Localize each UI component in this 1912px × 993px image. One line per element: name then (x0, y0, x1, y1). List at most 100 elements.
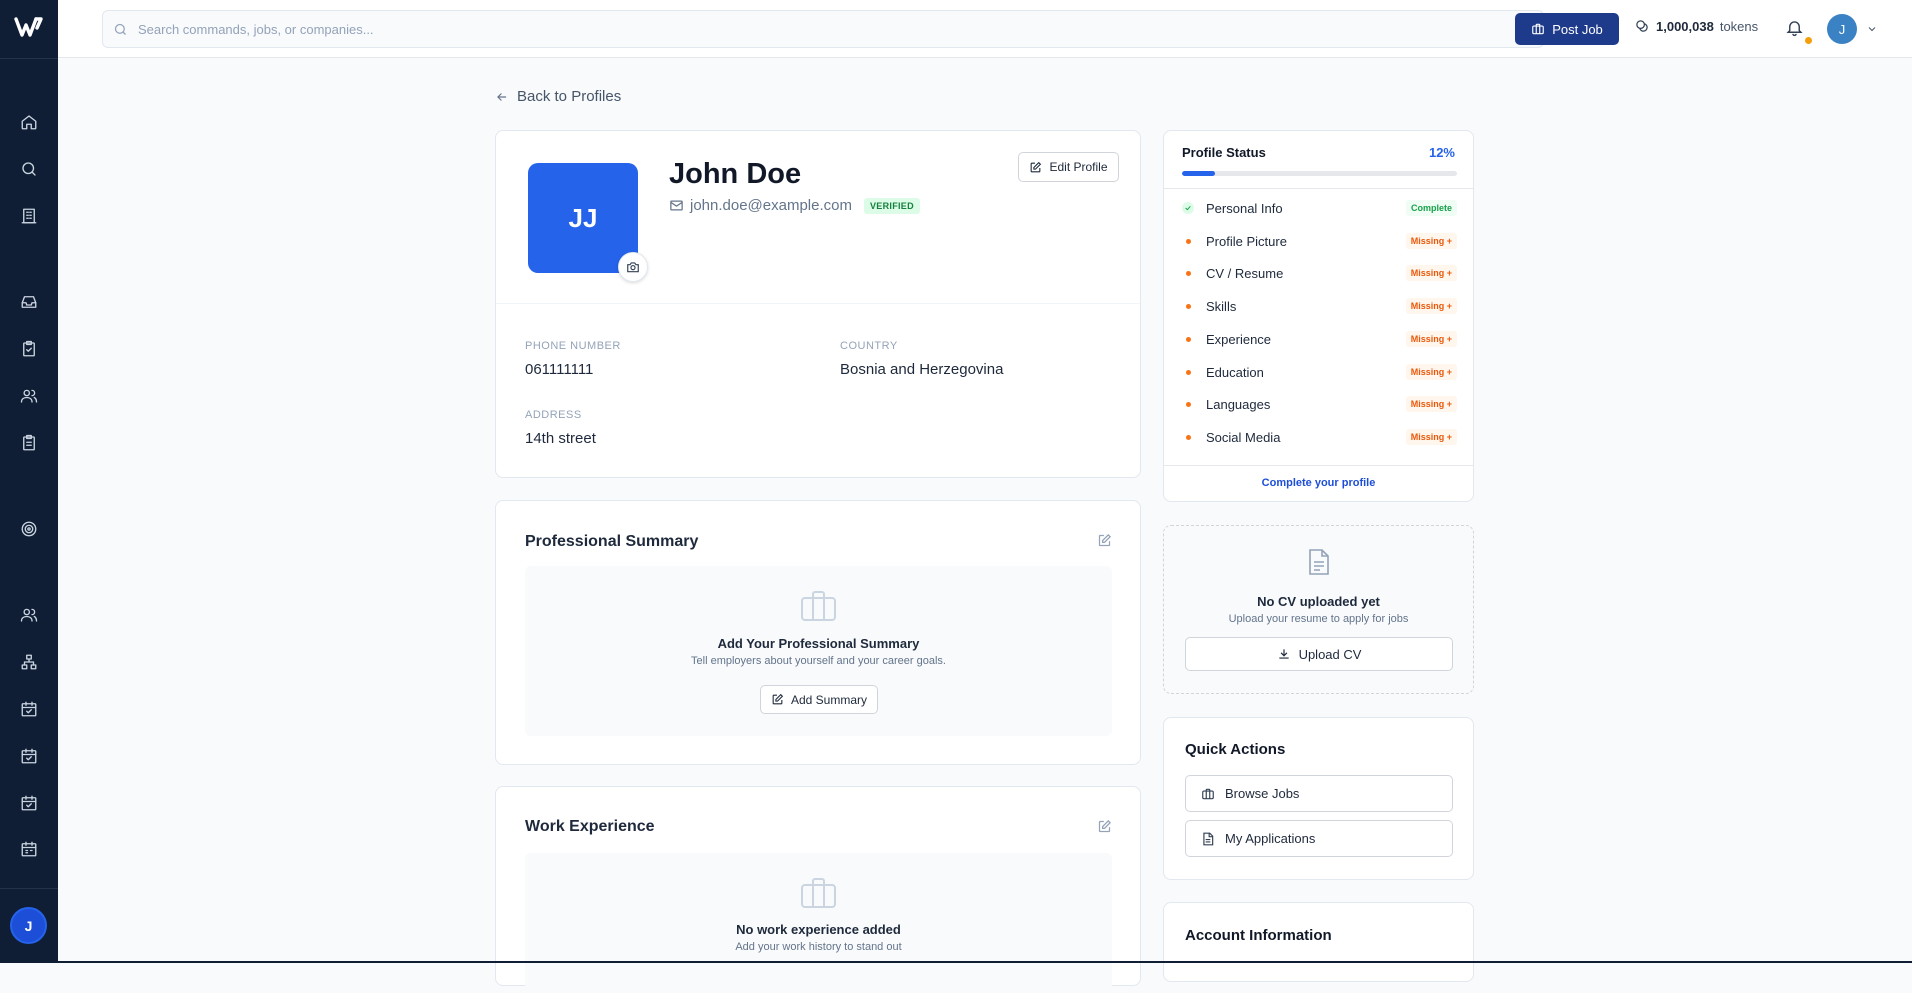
profile-email: john.doe@example.com (690, 197, 852, 214)
calendar-icon[interactable] (19, 839, 39, 859)
edit-icon (1031, 161, 1042, 172)
address-value: 14th street (525, 430, 596, 447)
coins-icon (1636, 20, 1648, 32)
my-applications-label: My Applications (1225, 831, 1316, 846)
status-item[interactable]: Personal Info Complete (1182, 197, 1457, 219)
status-item-label: Education (1206, 364, 1264, 380)
sidebar: J (0, 0, 58, 963)
missing-badge[interactable]: Missing + (1405, 265, 1457, 281)
status-item-label: Experience (1206, 331, 1272, 347)
user-menu-toggle[interactable] (1866, 22, 1878, 40)
change-photo-button[interactable] (618, 252, 648, 282)
status-dot-icon (1182, 235, 1194, 247)
edit-experience-button[interactable] (1097, 819, 1113, 835)
missing-badge[interactable]: Missing + (1405, 298, 1457, 314)
professional-summary-card: Professional Summary Add Your Profession… (495, 500, 1141, 765)
calendar-check-icon[interactable] (19, 793, 39, 813)
user-avatar[interactable]: J (1827, 14, 1857, 44)
profile-progress-bar (1182, 171, 1457, 176)
token-count: 1,000,038 (1656, 19, 1714, 34)
progress-fill (1182, 171, 1215, 176)
missing-badge[interactable]: Missing + (1405, 233, 1457, 249)
mail-icon (670, 200, 683, 211)
cv-subtitle: Upload your resume to apply for jobs (1228, 613, 1409, 625)
briefcase-icon (800, 877, 837, 909)
notification-dot (1805, 37, 1812, 44)
search-icon[interactable] (19, 159, 39, 179)
arrow-left-icon (497, 92, 507, 101)
post-job-button[interactable]: Post Job (1515, 13, 1619, 45)
phone-label: PHONE NUMBER (525, 340, 621, 352)
missing-badge[interactable]: Missing + (1405, 331, 1457, 347)
clipboard-list-icon[interactable] (19, 433, 39, 453)
complete-profile-link[interactable]: Complete your profile (1164, 477, 1473, 489)
briefcase-icon (1532, 23, 1545, 35)
users-icon[interactable] (19, 605, 39, 625)
status-item[interactable]: CV / Resume Missing + (1182, 262, 1457, 284)
upload-cv-button[interactable]: Upload CV (1185, 637, 1453, 671)
target-icon[interactable] (19, 519, 39, 539)
status-item[interactable]: Experience Missing + (1182, 328, 1457, 350)
briefcase-icon (1202, 788, 1214, 799)
add-summary-button[interactable]: Add Summary (760, 685, 878, 714)
experience-title: Work Experience (525, 818, 655, 835)
edit-icon (772, 693, 784, 705)
building-icon[interactable] (19, 206, 39, 226)
status-item-label: Profile Picture (1206, 233, 1287, 249)
status-dot-icon (1182, 333, 1194, 345)
experience-empty-subtitle: Add your work history to stand out (735, 941, 902, 953)
edit-icon (1098, 533, 1112, 547)
my-applications-button[interactable]: My Applications (1185, 820, 1453, 857)
summary-empty-title: Add Your Professional Summary (717, 636, 920, 651)
address-label: ADDRESS (525, 409, 582, 421)
status-dot-icon (1182, 398, 1194, 410)
top-bar: Search commands, jobs, or companies... P… (58, 0, 1912, 58)
divider (1164, 465, 1473, 466)
search-placeholder: Search commands, jobs, or companies... (138, 21, 374, 37)
status-item[interactable]: Skills Missing + (1182, 295, 1457, 317)
status-item[interactable]: Education Missing + (1182, 361, 1457, 383)
upload-cv-label: Upload CV (1298, 646, 1362, 662)
edit-summary-button[interactable] (1097, 533, 1113, 549)
quick-actions-card: Quick Actions Browse Jobs My Application… (1163, 717, 1474, 880)
inbox-icon[interactable] (19, 292, 39, 312)
clipboard-icon[interactable] (19, 339, 39, 359)
cv-upload-card: No CV uploaded yet Upload your resume to… (1163, 525, 1474, 694)
file-text-icon (1203, 832, 1214, 845)
edit-profile-label: Edit Profile (1049, 160, 1108, 174)
status-item-label: Social Media (1206, 429, 1281, 445)
search-input[interactable]: Search commands, jobs, or companies... (102, 10, 1544, 48)
account-information-card: Account Information (1163, 902, 1474, 982)
users-icon[interactable] (19, 386, 39, 406)
home-icon[interactable] (19, 112, 39, 132)
back-to-profiles-link[interactable]: Back to Profiles (495, 88, 621, 105)
calendar-check-icon[interactable] (19, 746, 39, 766)
calendar-check-icon[interactable] (19, 699, 39, 719)
quick-actions-title: Quick Actions (1185, 741, 1286, 758)
profile-status-card: Profile Status 12% Personal Info Complete… (1163, 130, 1474, 502)
status-item[interactable]: Languages Missing + (1182, 393, 1457, 415)
status-item[interactable]: Profile Picture Missing + (1182, 230, 1457, 252)
sidebar-avatar[interactable]: J (10, 907, 47, 944)
edit-profile-button[interactable]: Edit Profile (1018, 152, 1119, 182)
summary-empty-subtitle: Tell employers about yourself and your c… (691, 655, 946, 667)
status-dot-icon (1182, 300, 1194, 312)
status-item[interactable]: Social Media Missing + (1182, 426, 1457, 448)
org-chart-icon[interactable] (19, 652, 39, 672)
notifications-button[interactable] (1785, 18, 1807, 40)
status-item-label: Skills (1206, 298, 1237, 314)
experience-empty-state: No work experience added Add your work h… (525, 853, 1112, 993)
browse-jobs-button[interactable]: Browse Jobs (1185, 775, 1453, 812)
profile-card: JJ John Doe john.doe@example.com VERIFIE… (495, 130, 1141, 478)
download-icon (1278, 649, 1289, 659)
token-balance[interactable]: 1,000,038 tokens (1635, 19, 1758, 34)
browse-jobs-label: Browse Jobs (1225, 786, 1300, 801)
country-value: Bosnia and Herzegovina (840, 361, 1004, 378)
status-dot-icon (1182, 366, 1194, 378)
missing-badge[interactable]: Missing + (1405, 364, 1457, 380)
app-logo[interactable] (14, 14, 44, 40)
add-summary-label: Add Summary (790, 692, 868, 707)
summary-title: Professional Summary (525, 533, 699, 550)
missing-badge[interactable]: Missing + (1405, 396, 1457, 412)
missing-badge[interactable]: Missing + (1405, 429, 1457, 445)
